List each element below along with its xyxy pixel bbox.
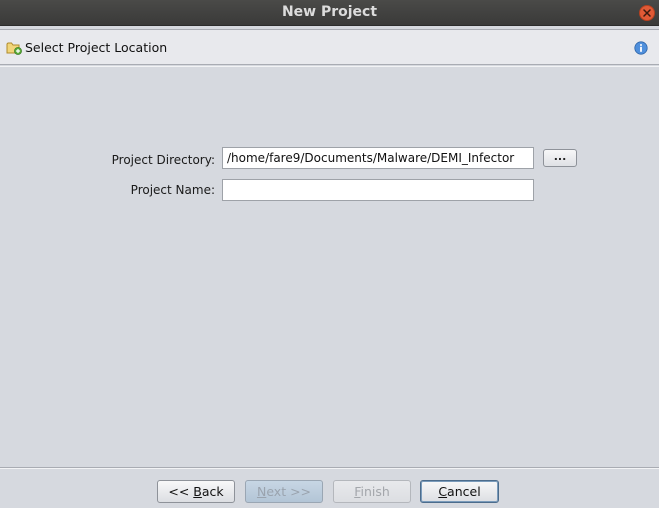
project-name-input[interactable] <box>222 179 534 201</box>
wizard-step-header: Select Project Location <box>0 29 659 65</box>
folder-add-icon <box>6 42 22 55</box>
info-icon[interactable] <box>634 41 648 55</box>
wizard-step-title: Select Project Location <box>25 40 168 55</box>
finish-button[interactable]: Finish <box>333 480 411 503</box>
cancel-button-rest: ancel <box>447 484 481 499</box>
project-directory-label: Project Directory: <box>111 153 215 167</box>
project-name-label: Project Name: <box>130 183 215 197</box>
window-titlebar: New Project <box>0 0 659 26</box>
divider <box>0 66 659 67</box>
close-icon <box>643 9 651 17</box>
next-button-rest: ext >> <box>266 484 312 499</box>
finish-button-rest: inish <box>360 484 390 499</box>
next-button[interactable]: Next >> <box>245 480 323 503</box>
back-button-prefix: << <box>168 484 194 499</box>
next-button-mnemonic: N <box>256 484 267 499</box>
project-directory-input[interactable] <box>222 147 534 169</box>
back-button-mnemonic: B <box>193 484 202 499</box>
browse-directory-button[interactable]: ... <box>543 149 577 167</box>
back-button[interactable]: << Back <box>157 480 235 503</box>
footer-divider-highlight <box>0 468 659 469</box>
cancel-button[interactable]: Cancel <box>420 480 499 503</box>
back-button-rest: ack <box>201 484 224 499</box>
close-button[interactable] <box>639 5 655 21</box>
cancel-button-mnemonic: C <box>438 484 448 499</box>
window-title: New Project <box>281 4 378 20</box>
